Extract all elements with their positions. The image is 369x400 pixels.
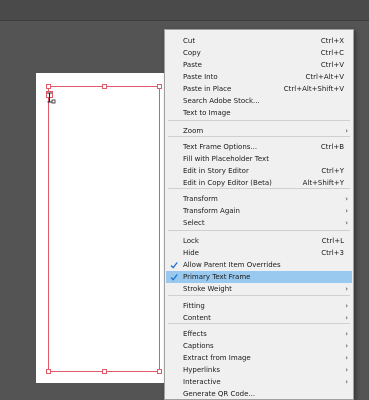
menu-item-shortcut: Ctrl+V (320, 61, 344, 69)
menu-item-shortcut: Ctrl+3 (321, 249, 344, 257)
menu-item-search-adobe-stock[interactable]: Search Adobe Stock... (166, 95, 352, 107)
menu-item-label: Edit in Copy Editor (Beta) (183, 179, 272, 187)
menu-item-paste[interactable]: Paste Ctrl+V (166, 59, 352, 71)
menu-item-shortcut: Ctrl+C (320, 49, 344, 57)
menu-item-stroke-weight[interactable]: Stroke Weight › (166, 283, 352, 295)
menu-item-transform[interactable]: Transform › (166, 193, 352, 205)
menu-item-label: Primary Text Frame (183, 273, 251, 281)
menu-item-label: Captions (183, 342, 214, 350)
menu-item-edit-in-story-editor[interactable]: Edit in Story Editor Ctrl+Y (166, 165, 352, 177)
chevron-right-icon: › (345, 219, 348, 227)
context-menu: Cut Ctrl+X Copy Ctrl+C Paste Ctrl+V Paste Into… (164, 29, 354, 400)
menu-item-extract-from-image[interactable]: Extract from Image › (166, 352, 352, 364)
menu-item-label: Transform (183, 195, 218, 203)
menu-item-generate-qr-code[interactable]: Generate QR Code... (166, 388, 352, 400)
menu-item-label: Text Frame Options... (183, 143, 258, 151)
type-cursor-icon (47, 92, 56, 104)
menu-item-interactive[interactable]: Interactive › (166, 376, 352, 388)
menu-item-label: Paste (183, 61, 202, 69)
menu-item-fitting[interactable]: Fitting › (166, 300, 352, 312)
chevron-right-icon: › (345, 127, 348, 135)
menu-item-allow-parent-item-overrides[interactable]: Allow Parent Item Overrides (166, 259, 352, 271)
frame-handle-top-left[interactable] (46, 84, 51, 89)
menu-item-cut[interactable]: Cut Ctrl+X (166, 35, 352, 47)
menu-item-text-to-image[interactable]: Text to Image (166, 107, 352, 119)
menu-item-label: Select (183, 219, 205, 227)
primary-text-frame[interactable] (48, 86, 160, 372)
menu-item-label: Search Adobe Stock... (183, 97, 260, 105)
menu-item-label: Extract from Image (183, 354, 251, 362)
menu-item-paste-in-place[interactable]: Paste in Place Ctrl+Alt+Shift+V (166, 83, 352, 95)
menu-item-shortcut: Ctrl+L (321, 237, 344, 245)
chevron-right-icon: › (345, 330, 348, 338)
menu-item-paste-into[interactable]: Paste Into Ctrl+Alt+V (166, 71, 352, 83)
frame-handle-bottom-right[interactable] (157, 369, 162, 374)
chevron-right-icon: › (345, 342, 348, 350)
menu-item-label: Fitting (183, 302, 205, 310)
chevron-right-icon: › (345, 285, 348, 293)
frame-handle-bottom-left[interactable] (46, 369, 51, 374)
menu-item-label: Copy (183, 49, 201, 57)
menu-item-label: Paste Into (183, 73, 218, 81)
menu-item-effects[interactable]: Effects › (166, 328, 352, 340)
menu-separator (168, 120, 350, 121)
menu-item-edit-in-copy-editor-beta[interactable]: Edit in Copy Editor (Beta) Alt+Shift+Y (166, 177, 352, 189)
menu-item-label: Content (183, 314, 211, 322)
frame-handle-top-middle[interactable] (102, 84, 107, 89)
menu-item-label: Text to Image (183, 109, 231, 117)
frame-handle-bottom-middle[interactable] (102, 369, 107, 374)
menu-item-copy[interactable]: Copy Ctrl+C (166, 47, 352, 59)
menu-item-zoom[interactable]: Zoom › (166, 125, 352, 137)
menu-item-fill-with-placeholder-text[interactable]: Fill with Placeholder Text (166, 153, 352, 165)
menu-item-label: Interactive (183, 378, 221, 386)
menu-item-label: Hyperlinks (183, 366, 221, 374)
chevron-right-icon: › (345, 354, 348, 362)
menu-item-label: Paste in Place (183, 85, 232, 93)
toolbar-divider (0, 20, 369, 21)
chevron-right-icon: › (345, 366, 348, 374)
menu-item-shortcut: Ctrl+B (320, 143, 344, 151)
menu-item-select[interactable]: Select › (166, 217, 352, 229)
menu-item-shortcut: Ctrl+Y (321, 167, 344, 175)
menu-item-shortcut: Ctrl+Alt+Shift+V (283, 85, 344, 93)
menu-item-lock[interactable]: Lock Ctrl+L (166, 235, 352, 247)
menu-item-label: Stroke Weight (183, 285, 232, 293)
menu-item-primary-text-frame[interactable]: Primary Text Frame (166, 271, 352, 283)
chevron-right-icon: › (345, 302, 348, 310)
menu-item-label: Effects (183, 330, 207, 338)
menu-item-label: Allow Parent Item Overrides (183, 261, 281, 269)
chevron-right-icon: › (345, 314, 348, 322)
menu-item-captions[interactable]: Captions › (166, 340, 352, 352)
menu-item-hyperlinks[interactable]: Hyperlinks › (166, 364, 352, 376)
menu-item-label: Edit in Story Editor (183, 167, 249, 175)
menu-separator (168, 295, 350, 296)
menu-item-label: Generate QR Code... (183, 390, 256, 398)
menu-item-shortcut: Ctrl+Alt+V (305, 73, 344, 81)
chevron-right-icon: › (345, 378, 348, 386)
menu-item-label: Zoom (183, 127, 204, 135)
frame-handle-top-right[interactable] (157, 84, 162, 89)
menu-item-shortcut: Ctrl+X (320, 37, 344, 45)
menu-item-label: Lock (183, 237, 199, 245)
menu-item-label: Cut (183, 37, 196, 45)
menu-item-label: Fill with Placeholder Text (183, 155, 269, 163)
menu-item-content[interactable]: Content › (166, 312, 352, 324)
menu-item-transform-again[interactable]: Transform Again › (166, 205, 352, 217)
menu-separator (168, 230, 350, 231)
menu-item-text-frame-options[interactable]: Text Frame Options... Ctrl+B (166, 141, 352, 153)
menu-item-hide[interactable]: Hide Ctrl+3 (166, 247, 352, 259)
chevron-right-icon: › (345, 195, 348, 203)
check-icon (170, 274, 178, 281)
menu-item-shortcut: Alt+Shift+Y (302, 179, 344, 187)
menu-item-label: Hide (183, 249, 199, 257)
chevron-right-icon: › (345, 207, 348, 215)
top-toolbar-strip (0, 0, 369, 20)
menu-item-label: Transform Again (183, 207, 240, 215)
check-icon (170, 262, 178, 269)
